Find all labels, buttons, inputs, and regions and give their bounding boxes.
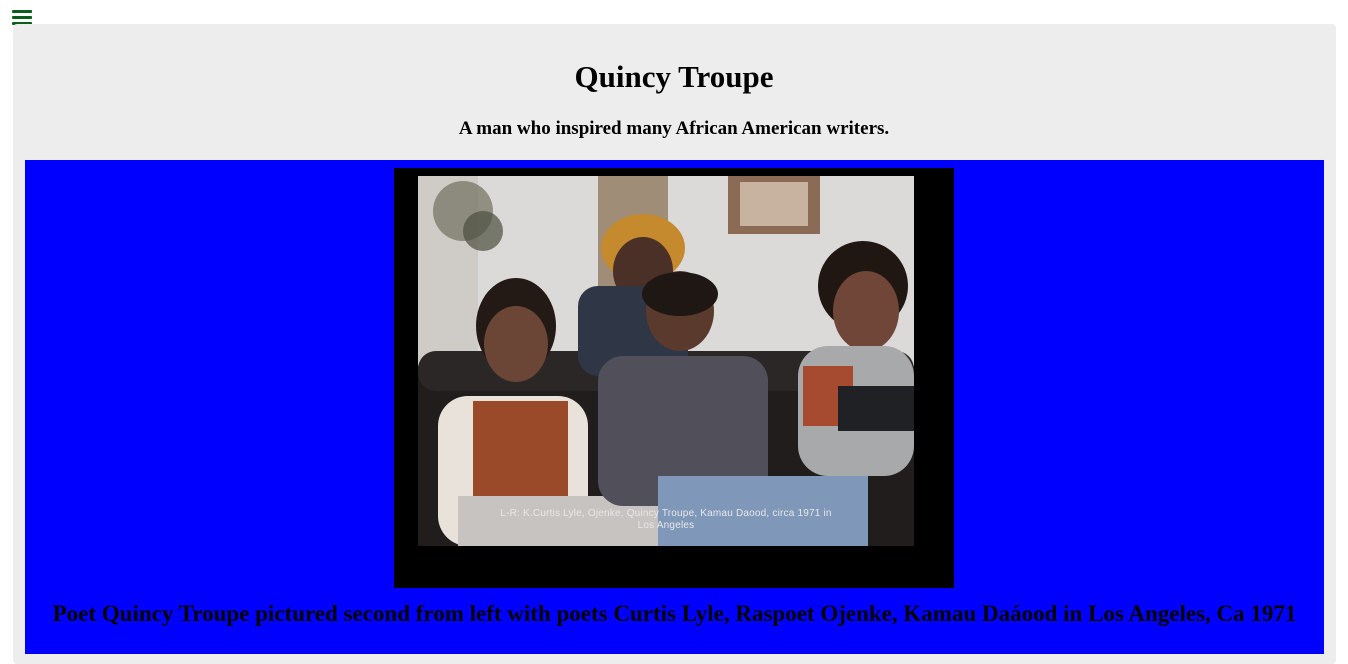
group-photo-illustration [418,176,914,546]
photo-frame: L-R: K.Curtis Lyle, Ojenke, Quincy Troup… [394,168,954,588]
figure-caption: Poet Quincy Troupe pictured second from … [52,601,1297,626]
photo-overlay-text: L-R: K.Curtis Lyle, Ojenke, Quincy Troup… [500,508,832,531]
page-subtitle: A man who inspired many African American… [458,118,890,139]
page-title: Quincy Troupe [574,59,774,94]
figure-panel: L-R: K.Curtis Lyle, Ojenke, Quincy Troup… [25,160,1324,654]
menu-bar [12,16,32,19]
menu-bar [12,10,32,13]
group-photo: L-R: K.Curtis Lyle, Ojenke, Quincy Troup… [418,176,914,546]
